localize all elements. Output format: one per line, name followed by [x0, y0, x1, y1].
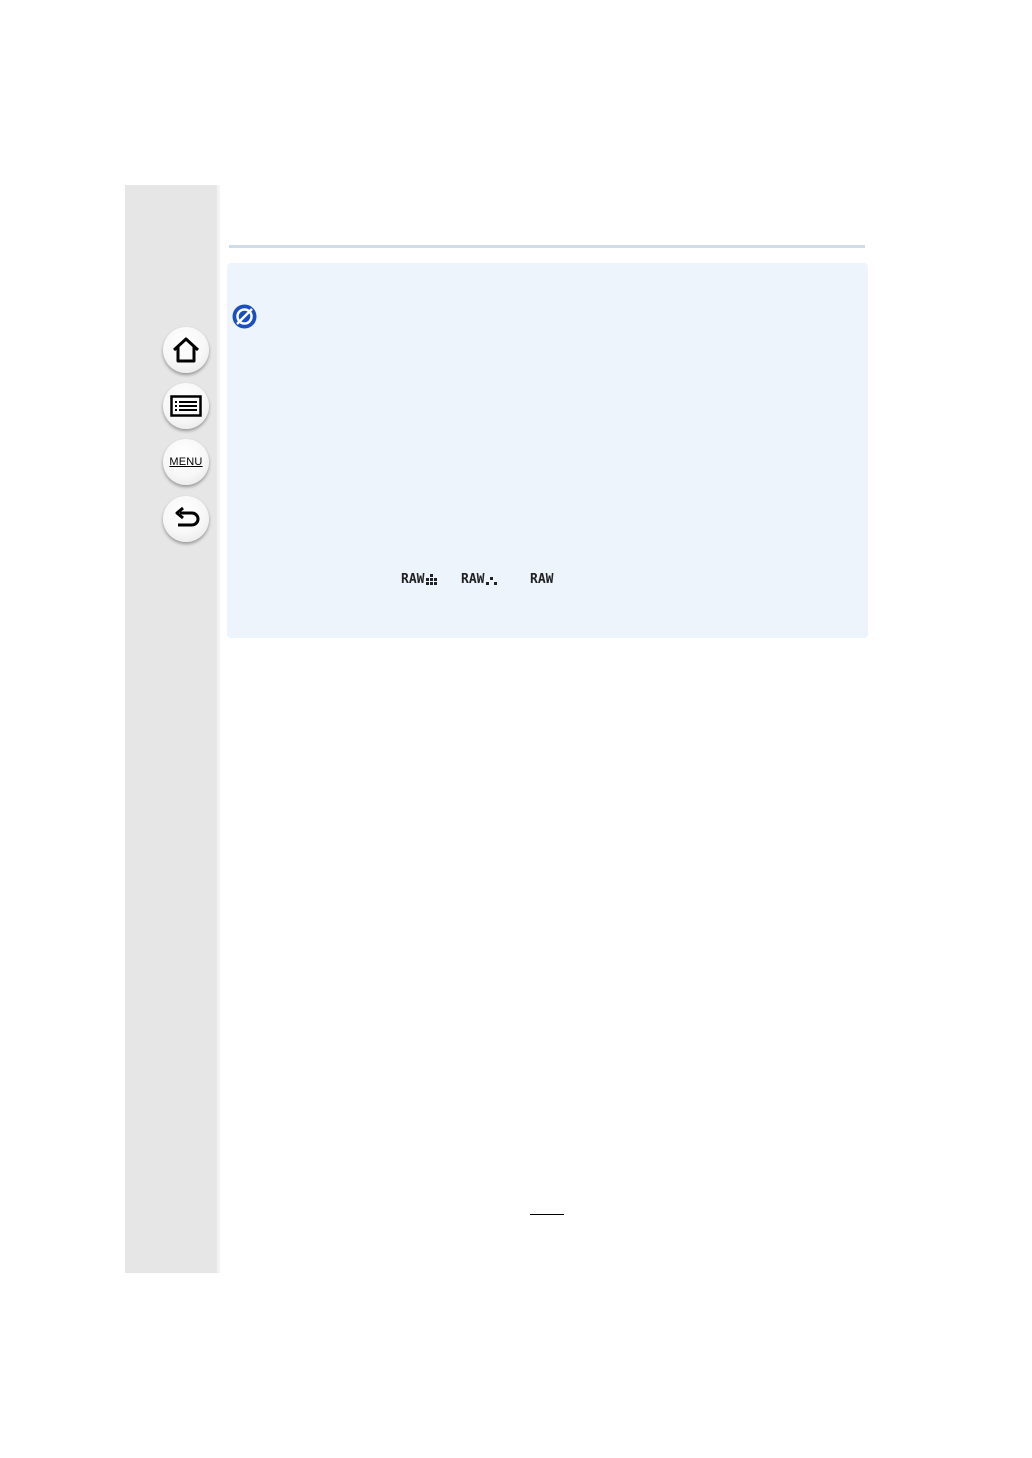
contents-button[interactable] — [163, 383, 209, 429]
raw-fine-icon: RAW — [401, 572, 439, 587]
back-arrow-icon — [175, 506, 200, 527]
raw-standard-icon: RAW — [461, 572, 499, 587]
home-button[interactable] — [163, 327, 209, 373]
fine-quality-icon — [426, 573, 438, 585]
header-rule — [229, 245, 865, 248]
not-available-icon — [232, 304, 257, 329]
raw-fine-label: RAW — [401, 572, 425, 587]
home-icon — [172, 337, 200, 363]
raw-standard-label: RAW — [461, 572, 485, 587]
sidebar: MENU — [125, 185, 220, 1273]
menu-button-label: MENU — [169, 456, 203, 468]
standard-quality-icon — [486, 576, 498, 585]
back-button[interactable] — [163, 496, 209, 542]
raw-only-icon: RAW — [530, 572, 553, 587]
raw-only-label: RAW — [530, 572, 554, 587]
note-box: RAW RAW RAW — [227, 263, 868, 638]
page-number — [530, 1198, 564, 1215]
menu-button[interactable]: MENU — [163, 439, 209, 485]
list-icon — [170, 395, 202, 417]
